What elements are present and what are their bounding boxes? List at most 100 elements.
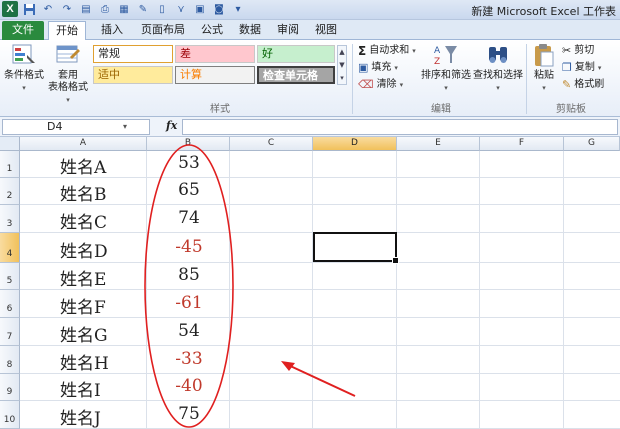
row-header-3[interactable]: 3 [0, 205, 20, 233]
styles-scroll[interactable]: ▲ ▼ ▾ [337, 45, 347, 85]
gridline [563, 151, 564, 429]
paste-button[interactable]: 粘贴 ▾ [526, 42, 562, 94]
gridline [20, 204, 620, 205]
cell-b9[interactable]: -40 [169, 376, 209, 396]
column-header-c[interactable]: C [230, 137, 313, 151]
title-bar: X ↶ ↷ ▤ ⎙ ▦ ✎ ▯ ⋎ ▣ ◙ ▾ 新建 Microsoft Exc… [0, 0, 620, 20]
copy-button[interactable]: ❐ 复制 ▾ [562, 60, 601, 76]
select-all-corner[interactable] [0, 137, 20, 151]
paint-icon[interactable]: ✎ [135, 1, 151, 17]
cell-a8[interactable]: 姓名H [60, 349, 109, 374]
cell-b10[interactable]: 75 [169, 404, 209, 424]
cell-b1[interactable]: 53 [169, 153, 209, 173]
clear-button[interactable]: ⌫ 清除 ▾ [358, 77, 403, 93]
column-header-g[interactable]: G [564, 137, 620, 151]
column-header-a[interactable]: A [20, 137, 147, 151]
column-header-f[interactable]: F [480, 137, 564, 151]
row-header-9[interactable]: 9 [0, 374, 20, 401]
tab-page-layout[interactable]: 页面布局 [134, 21, 192, 40]
customize-qat-icon[interactable]: ▾ [230, 1, 246, 17]
print-preview-icon[interactable]: ⎙ [97, 1, 113, 17]
cell-a9[interactable]: 姓名I [60, 376, 101, 401]
cell-b8[interactable]: -33 [169, 349, 209, 369]
tab-insert[interactable]: 插入 [92, 21, 132, 40]
conditional-format-button[interactable]: 条件格式 ▾ [2, 42, 46, 94]
cell-b2[interactable]: 65 [169, 180, 209, 200]
cell-b4[interactable]: -45 [169, 237, 209, 257]
style-neutral[interactable]: 适中 [93, 66, 173, 84]
row-header-4[interactable]: 4 [0, 233, 20, 263]
camera-icon[interactable]: ◙ [211, 1, 227, 17]
tab-file[interactable]: 文件 [2, 21, 44, 40]
name-box[interactable]: D4 ▾ [2, 119, 150, 135]
row-header-1[interactable]: 1 [0, 151, 20, 178]
row-header-10[interactable]: 10 [0, 401, 20, 429]
column-header-b[interactable]: B [147, 137, 230, 151]
column-header-e[interactable]: E [397, 137, 480, 151]
tab-review[interactable]: 审阅 [270, 21, 306, 40]
gridline [20, 262, 620, 263]
style-good[interactable]: 好 [257, 45, 335, 63]
cell-b6[interactable]: -61 [169, 293, 209, 313]
function-icon[interactable]: fx [166, 119, 177, 132]
row-header-6[interactable]: 6 [0, 290, 20, 318]
tab-view[interactable]: 视图 [308, 21, 344, 40]
tab-home[interactable]: 开始 [48, 21, 86, 41]
chevron-down-icon[interactable]: ▾ [123, 120, 127, 134]
row-header-7[interactable]: 7 [0, 318, 20, 346]
sort-filter-button[interactable]: AZ 排序和筛选 ▾ [420, 42, 472, 94]
chevron-down-icon: ▾ [444, 84, 448, 92]
fill-button[interactable]: ▣ 填充 ▾ [358, 60, 398, 76]
cell-a6[interactable]: 姓名F [60, 293, 106, 318]
excel-logo-icon[interactable]: X [2, 1, 18, 17]
cut-button[interactable]: ✂ 剪切 [562, 43, 594, 59]
style-check-cell[interactable]: 检查单元格 [257, 66, 335, 84]
style-bad[interactable]: 差 [175, 45, 255, 63]
chevron-down-icon: ▾ [22, 84, 26, 92]
active-cell-selection[interactable] [313, 232, 399, 264]
binoculars-icon [484, 42, 512, 68]
formula-input[interactable] [182, 119, 618, 135]
cell-a2[interactable]: 姓名B [60, 180, 107, 205]
cell-a5[interactable]: 姓名E [60, 265, 106, 290]
cell-a4[interactable]: 姓名D [60, 237, 108, 262]
cell-a10[interactable]: 姓名J [60, 404, 101, 429]
clipboard-group-label: 剪贴板 [556, 104, 586, 115]
filter-icon[interactable]: ⋎ [173, 1, 189, 17]
autosum-button[interactable]: Σ 自动求和 ▾ [358, 43, 416, 59]
image-icon[interactable]: ▣ [192, 1, 208, 17]
divider [352, 44, 353, 114]
row-header-8[interactable]: 8 [0, 346, 20, 374]
find-select-button[interactable]: 查找和选择 ▾ [472, 42, 524, 94]
format-painter-button[interactable]: ✎ 格式刷 [562, 77, 604, 93]
format-as-table-icon [54, 42, 82, 68]
cell-a3[interactable]: 姓名C [60, 208, 107, 233]
clipboard-paste-icon [530, 42, 558, 68]
svg-text:Z: Z [434, 57, 440, 67]
row-header-2[interactable]: 2 [0, 178, 20, 205]
column-header-d[interactable]: D [313, 137, 397, 151]
form-icon[interactable]: ▤ [78, 1, 94, 17]
table-icon[interactable]: ▦ [116, 1, 132, 17]
chevron-down-icon: ▾ [399, 81, 404, 89]
worksheet-grid[interactable]: A B C D E F G 1 2 3 4 5 6 7 8 9 10 姓名A 姓… [0, 137, 620, 429]
formula-bar: D4 ▾ fx [0, 117, 620, 137]
style-normal[interactable]: 常规 [93, 45, 173, 63]
cell-b5[interactable]: 85 [169, 265, 209, 285]
tab-formulas[interactable]: 公式 [194, 21, 230, 40]
gridline [312, 151, 313, 429]
cell-a7[interactable]: 姓名G [60, 321, 108, 346]
tab-data[interactable]: 数据 [232, 21, 268, 40]
gridline [20, 400, 620, 401]
document-icon[interactable]: ▯ [154, 1, 170, 17]
redo-icon[interactable]: ↷ [59, 1, 75, 17]
format-as-table-button[interactable]: 套用 表格格式 ▾ [46, 42, 90, 106]
cell-a1[interactable]: 姓名A [60, 153, 106, 178]
undo-icon[interactable]: ↶ [40, 1, 56, 17]
cell-b3[interactable]: 74 [169, 208, 209, 228]
row-header-5[interactable]: 5 [0, 263, 20, 290]
cell-b7[interactable]: 54 [169, 321, 209, 341]
style-calculation[interactable]: 计算 [175, 66, 255, 84]
scissors-icon: ✂ [562, 44, 572, 57]
save-icon[interactable] [21, 1, 37, 17]
